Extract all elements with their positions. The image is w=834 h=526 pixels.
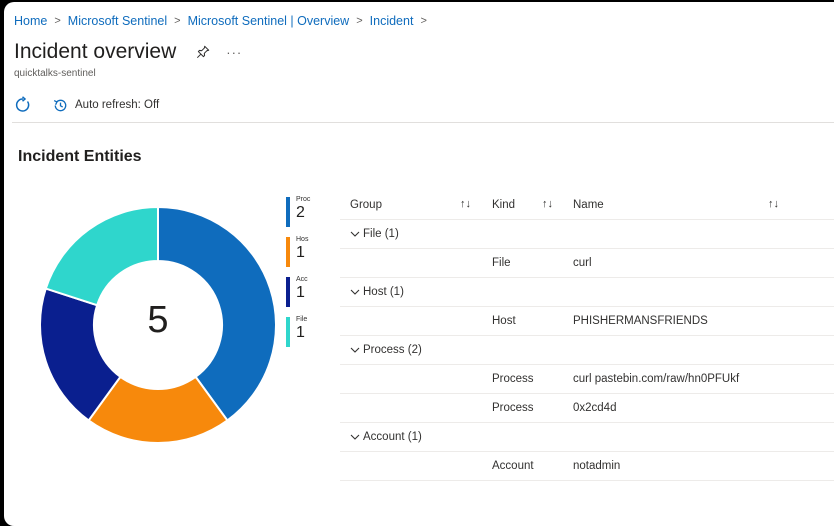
breadcrumb-sentinel[interactable]: Microsoft Sentinel: [68, 14, 167, 28]
group-toggle[interactable]: Host (1): [350, 286, 404, 298]
column-header-group[interactable]: Group: [350, 199, 382, 211]
legend-swatch: [286, 277, 290, 307]
cell-name: curl: [573, 257, 592, 269]
app-window: Home > Microsoft Sentinel > Microsoft Se…: [4, 2, 834, 526]
table-row[interactable]: File curl: [340, 249, 834, 278]
legend-value: 1: [296, 284, 305, 301]
pin-icon[interactable]: [196, 45, 210, 59]
sort-icon[interactable]: ↑↓: [460, 198, 471, 210]
legend-item[interactable]: File 1: [286, 315, 310, 355]
donut-slice-file[interactable]: [44, 205, 159, 307]
chevron-down-icon: [350, 434, 360, 440]
legend-item[interactable]: Acc 1: [286, 275, 310, 315]
auto-refresh-label: Auto refresh: Off: [75, 99, 160, 111]
chevron-down-icon: [350, 289, 360, 295]
sort-icon[interactable]: ↑↓: [542, 198, 553, 210]
legend-value: 1: [296, 244, 305, 261]
divider: [12, 122, 834, 123]
group-label: Account (1): [363, 431, 422, 443]
cell-kind: File: [492, 257, 511, 269]
cell-kind: Process: [492, 402, 534, 414]
breadcrumb-incident[interactable]: Incident: [370, 14, 414, 28]
chevron-right-icon: >: [420, 15, 427, 27]
title-row: Incident overview ···: [14, 40, 242, 64]
column-header-name[interactable]: Name: [573, 199, 604, 211]
entities-table: Group ↑↓ Kind ↑↓ Name ↑↓ File (1) File cur…: [340, 192, 834, 481]
legend-value: 1: [296, 324, 305, 341]
legend-swatch: [286, 237, 290, 267]
chevron-right-icon: >: [356, 15, 363, 27]
legend-item[interactable]: Proc 2: [286, 195, 310, 235]
group-row[interactable]: Account (1): [340, 423, 834, 452]
auto-refresh-button[interactable]: Auto refresh: Off: [52, 97, 159, 114]
chevron-right-icon: >: [174, 15, 181, 27]
cell-name: 0x2cd4d: [573, 402, 617, 414]
donut-total: 5: [147, 299, 169, 341]
history-icon: [53, 99, 67, 111]
table-row[interactable]: Host PHISHERMANSFRIENDS: [340, 307, 834, 336]
group-row[interactable]: Process (2): [340, 336, 834, 365]
cell-name: notadmin: [573, 460, 621, 472]
table-row[interactable]: Account notadmin: [340, 452, 834, 481]
group-label: Host (1): [363, 286, 404, 298]
more-options-icon[interactable]: ···: [226, 45, 242, 60]
group-toggle[interactable]: Process (2): [350, 344, 422, 356]
cell-name: PHISHERMANSFRIENDS: [573, 315, 708, 327]
page-subtitle: quicktalks-sentinel: [14, 68, 96, 79]
table-row[interactable]: Process curl pastebin.com/raw/hn0PFUkf: [340, 365, 834, 394]
cell-kind: Account: [492, 460, 534, 472]
breadcrumb-sentinel-overview[interactable]: Microsoft Sentinel | Overview: [188, 14, 350, 28]
chevron-down-icon: [350, 347, 360, 353]
chevron-right-icon: >: [54, 15, 61, 27]
panel-title: Incident Entities: [18, 148, 142, 165]
toolbar: Auto refresh: Off: [14, 96, 159, 114]
group-label: File (1): [363, 228, 399, 240]
legend-item[interactable]: Hos 1: [286, 235, 310, 275]
legend-swatch: [286, 197, 290, 227]
page-title: Incident overview: [14, 40, 177, 63]
breadcrumb: Home > Microsoft Sentinel > Microsoft Se…: [14, 14, 434, 28]
group-label: Process (2): [363, 344, 422, 356]
cell-kind: Host: [492, 315, 516, 327]
refresh-button[interactable]: [14, 96, 32, 114]
cell-name: curl pastebin.com/raw/hn0PFUkf: [573, 373, 740, 385]
legend-value: 2: [296, 204, 305, 221]
group-row[interactable]: File (1): [340, 220, 834, 249]
group-row[interactable]: Host (1): [340, 278, 834, 307]
cell-kind: Process: [492, 373, 534, 385]
legend-swatch: [286, 317, 290, 347]
group-toggle[interactable]: File (1): [350, 228, 399, 240]
column-header-kind[interactable]: Kind: [492, 199, 515, 211]
sort-icon[interactable]: ↑↓: [768, 198, 779, 210]
table-row[interactable]: Process 0x2cd4d: [340, 394, 834, 423]
group-toggle[interactable]: Account (1): [350, 431, 422, 443]
table-body: File (1) File curl Host (1) Host PHISHERMANSF…: [340, 220, 834, 481]
chevron-down-icon: [350, 231, 360, 237]
chart-legend: Proc 2 Hos 1 Acc 1 File 1: [286, 195, 310, 355]
refresh-icon: [15, 96, 30, 112]
table-header: Group ↑↓ Kind ↑↓ Name ↑↓: [340, 192, 834, 220]
breadcrumb-home[interactable]: Home: [14, 14, 47, 28]
